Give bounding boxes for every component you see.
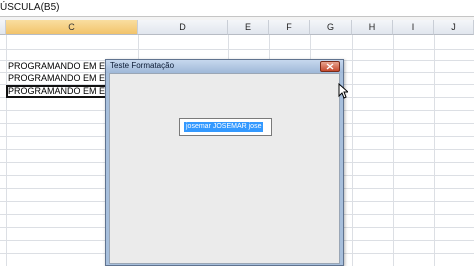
column-header-f[interactable]: F — [269, 20, 310, 35]
gridline — [0, 49, 474, 50]
gridline — [393, 35, 394, 266]
active-cell-border — [6, 85, 107, 98]
column-header-j[interactable]: J — [434, 20, 474, 35]
formula-text: ÚSCULA(B5) — [0, 2, 60, 13]
text-input[interactable]: josemar JOSEMAR jose — [179, 118, 272, 136]
dialog-title: Teste Formatação — [110, 61, 175, 70]
column-header-h[interactable]: H — [352, 20, 393, 35]
userform-dialog: Teste Formatação josemar JOSEMAR jose — [105, 59, 344, 266]
column-header-c[interactable]: C — [6, 20, 138, 35]
formula-bar[interactable]: ÚSCULA(B5) — [0, 0, 474, 17]
gridline — [352, 35, 353, 266]
close-button[interactable] — [320, 61, 340, 72]
dialog-body: josemar JOSEMAR jose — [109, 73, 340, 264]
gridline — [6, 35, 7, 266]
column-header-i[interactable]: I — [393, 20, 434, 35]
mouse-pointer-icon — [338, 83, 348, 99]
column-header-g[interactable]: G — [310, 20, 352, 35]
gridline — [434, 35, 435, 266]
text-input-value: josemar JOSEMAR jose — [184, 122, 264, 132]
dialog-titlebar[interactable]: Teste Formatação — [106, 60, 343, 73]
column-header-e[interactable]: E — [228, 20, 269, 35]
column-header-d[interactable]: D — [138, 20, 228, 35]
close-icon — [326, 63, 334, 70]
cell-c[interactable]: PROGRAMANDO EM EXCEL — [8, 61, 106, 71]
cell-c[interactable]: PROGRAMANDO EM EXCEL — [8, 73, 106, 83]
